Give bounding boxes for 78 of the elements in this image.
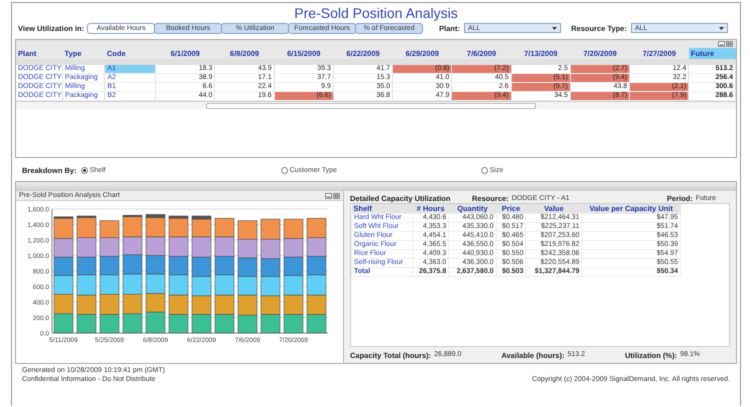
- bar-segment: [238, 238, 258, 258]
- bar-segment: [146, 293, 166, 312]
- bar-segment: [168, 274, 188, 296]
- bar-segment: [238, 276, 258, 296]
- bar-segment: [54, 238, 74, 258]
- bar-segment: [214, 236, 234, 257]
- bar-segment: [260, 314, 280, 334]
- bar-segment: [238, 294, 258, 316]
- bar-segment: [238, 258, 258, 277]
- minimize-icon[interactable]: [718, 41, 725, 47]
- bar-segment: [214, 256, 234, 276]
- bar-segment: [260, 218, 280, 240]
- bar-segment: [146, 236, 166, 256]
- bar-segment: [306, 274, 326, 296]
- bar-segment: [146, 274, 166, 294]
- bar-segment: [192, 314, 212, 334]
- bar-segment: [54, 256, 74, 276]
- bar-segment: [100, 220, 120, 238]
- bar-segment: [54, 313, 74, 334]
- bar-segment: [122, 274, 142, 294]
- bar-segment: [168, 294, 188, 315]
- bar-segment: [122, 254, 142, 274]
- maximize-icon[interactable]: [726, 41, 733, 47]
- bar-segment: [100, 294, 120, 315]
- page-title: Pre-Sold Position Analysis: [293, 6, 459, 21]
- bar-segment: [238, 314, 258, 334]
- bar-segment: [214, 218, 234, 238]
- bar-segment: [238, 220, 258, 240]
- bar-segment: [168, 236, 188, 257]
- radio-button[interactable]: [480, 167, 488, 174]
- maximize-icon[interactable]: [333, 192, 340, 198]
- bar-segment: [54, 275, 74, 294]
- bar-segment: [76, 256, 96, 276]
- bar-segment: [284, 218, 304, 239]
- bar-segment: [192, 236, 212, 258]
- bar-segment: [76, 314, 96, 334]
- bar-segment: [100, 256, 120, 276]
- minimize-icon[interactable]: [325, 192, 332, 198]
- bar-segment: [214, 314, 234, 334]
- bar-segment: [122, 236, 142, 255]
- bar-segment: [100, 314, 120, 334]
- scrollbar[interactable]: [16, 101, 736, 109]
- bar-segment: [168, 314, 188, 334]
- caret-icon: [552, 26, 558, 30]
- bar-segment: [260, 238, 280, 259]
- bar-segment: [146, 312, 166, 334]
- bar-segment: [214, 294, 234, 315]
- bar-segment: [284, 294, 304, 315]
- bar-segment: [100, 274, 120, 294]
- bar-segment: [306, 218, 326, 238]
- bar-segment: [122, 294, 142, 314]
- bar-segment: [146, 255, 166, 274]
- radio-button[interactable]: [80, 167, 88, 174]
- bar-segment: [192, 296, 212, 315]
- bar-segment: [54, 294, 74, 314]
- bar-segment: [76, 274, 96, 296]
- bar-segment: [284, 256, 304, 276]
- bar-segment: [192, 256, 212, 277]
- bar-segment: [306, 256, 326, 276]
- bar-segment: [76, 237, 96, 258]
- bar-segment: [168, 256, 188, 276]
- bar-segment: [260, 296, 280, 315]
- bar-segment: [192, 276, 212, 296]
- caret-icon: [719, 26, 724, 30]
- bar-segment: [306, 294, 326, 315]
- bar-segment: [214, 274, 234, 296]
- scrollbar-thumb[interactable]: [206, 102, 536, 108]
- radio-button[interactable]: [280, 167, 288, 174]
- bar-segment: [122, 313, 142, 334]
- bar-segment: [284, 275, 304, 296]
- bar-segment: [100, 237, 120, 257]
- bar-segment: [260, 276, 280, 296]
- bar-segment: [284, 314, 304, 334]
- bar-segment: [76, 294, 96, 315]
- bar-segment: [284, 238, 304, 258]
- bar-segment: [306, 314, 326, 334]
- bar-segment: [306, 237, 326, 257]
- bar-segment: [260, 258, 280, 277]
